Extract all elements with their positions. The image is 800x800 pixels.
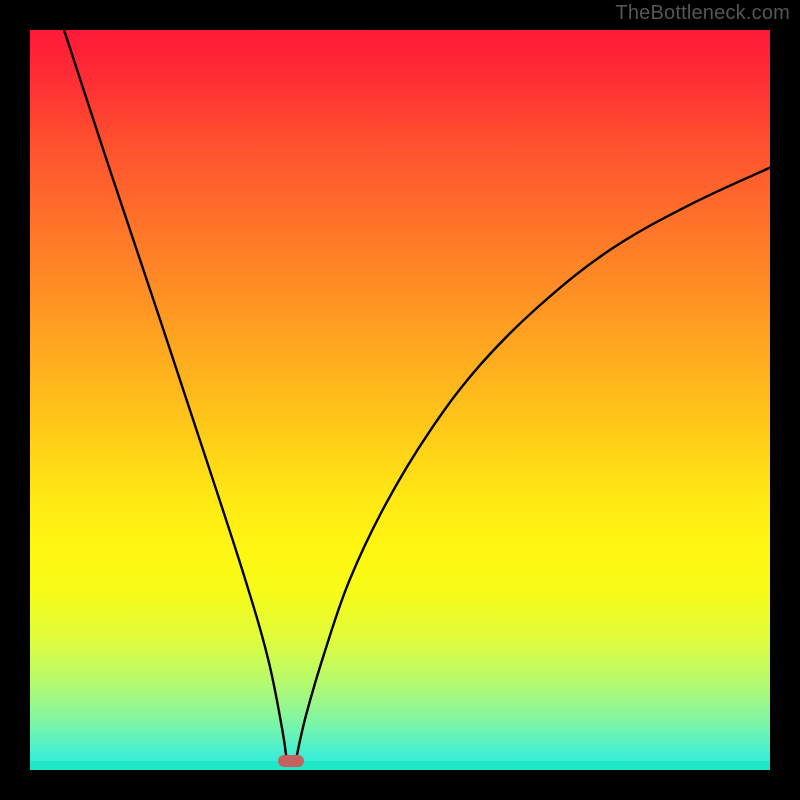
plot-area (30, 30, 770, 770)
curve-right-branch (296, 168, 770, 761)
chart-stage: TheBottleneck.com (0, 0, 800, 800)
curve-left-branch (64, 30, 287, 761)
curve-minimum-marker (278, 755, 304, 767)
watermark-text: TheBottleneck.com (615, 2, 790, 25)
chart-curve (30, 30, 770, 770)
